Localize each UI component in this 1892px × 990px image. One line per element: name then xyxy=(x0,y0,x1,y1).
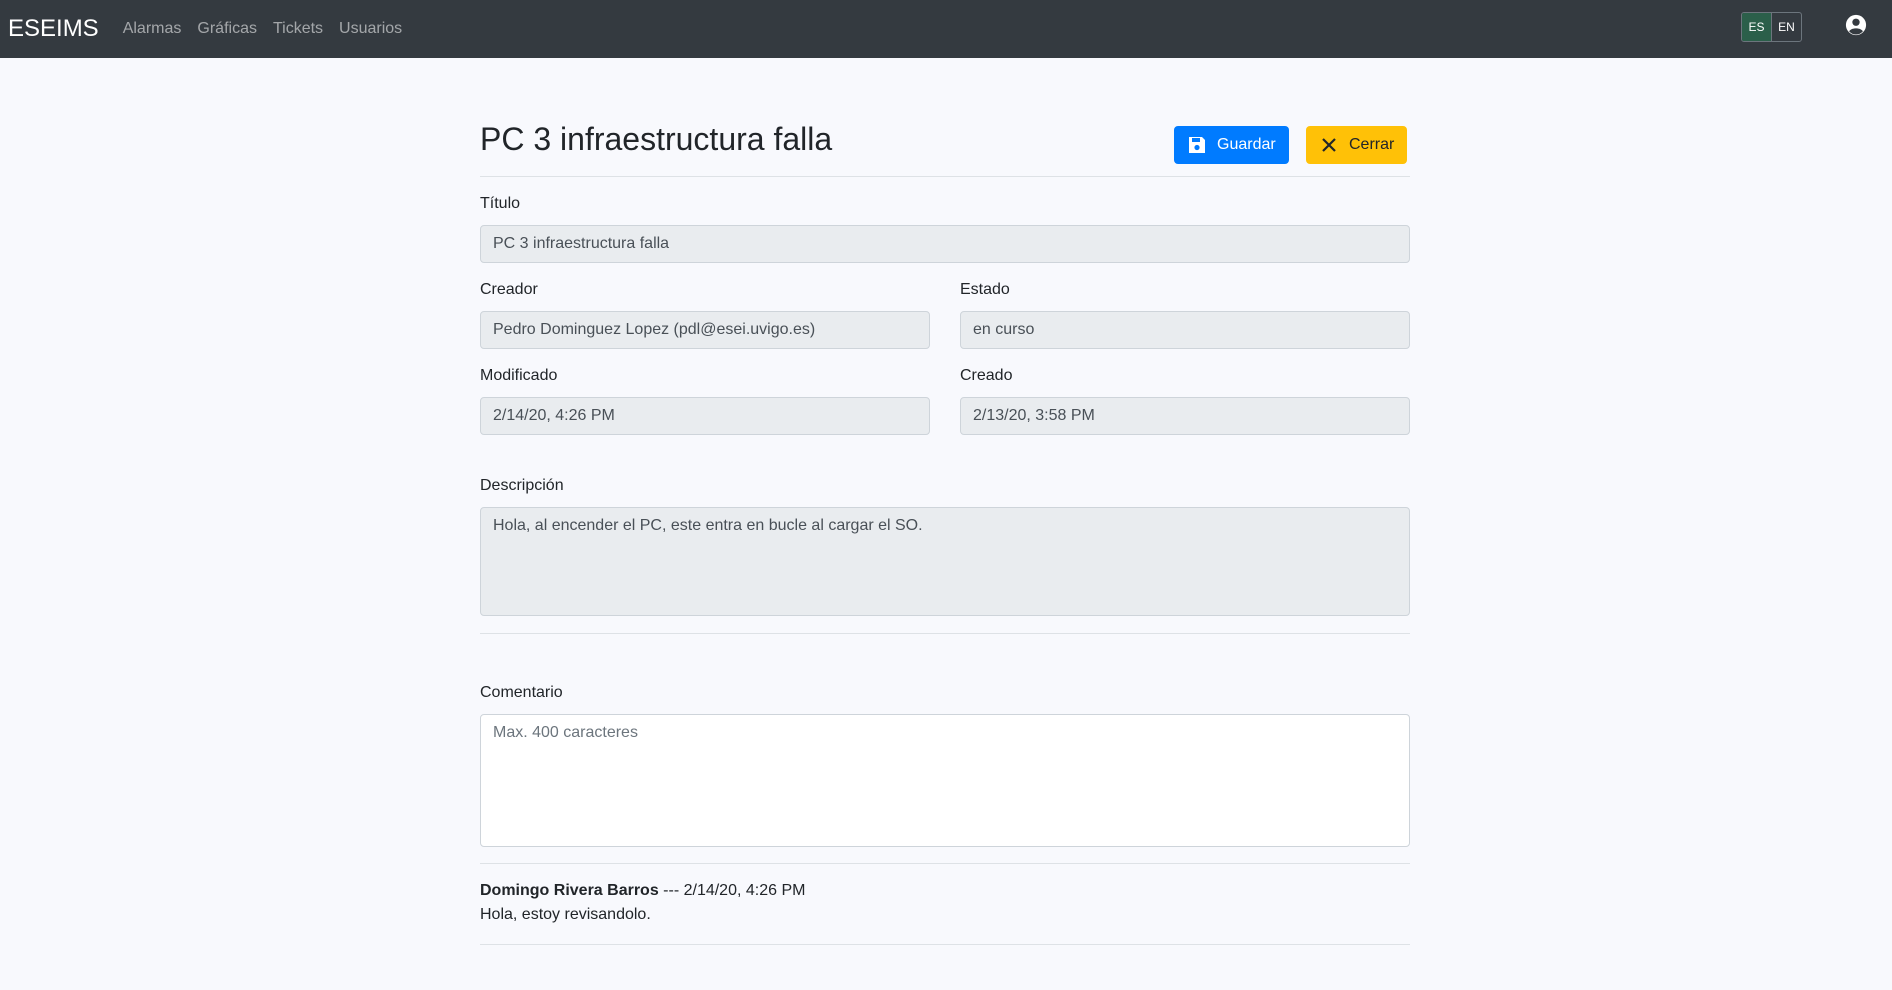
close-button[interactable]: Cerrar xyxy=(1306,126,1408,164)
titulo-field[interactable]: PC 3 infraestructura falla xyxy=(480,225,1410,263)
save-button-label: Guardar xyxy=(1217,136,1276,153)
comment-divider xyxy=(480,863,1410,864)
estado-field[interactable]: en curso xyxy=(960,311,1410,349)
comment-header: Domingo Rivera Barros --- 2/14/20, 4:26 … xyxy=(480,882,805,900)
nav-link-usuarios[interactable]: Usuarios xyxy=(339,20,402,38)
descripcion-label: Descripción xyxy=(480,477,564,494)
user-circle-icon[interactable] xyxy=(1845,14,1867,36)
creado-field[interactable]: 2/13/20, 3:58 PM xyxy=(960,397,1410,435)
descripcion-textarea[interactable]: Hola, al encender el PC, este entra en b… xyxy=(480,507,1410,616)
floppy-disk-icon xyxy=(1189,137,1205,153)
comment-date: 2/14/20, 4:26 PM xyxy=(683,882,806,899)
page-header: PC 3 infraestructura falla Guardar Cerra… xyxy=(480,117,1410,177)
creador-label: Creador xyxy=(480,281,538,298)
header-divider xyxy=(480,176,1410,177)
estado-label: Estado xyxy=(960,281,1010,298)
close-button-label: Cerrar xyxy=(1349,136,1395,153)
description-divider xyxy=(480,633,1410,634)
language-es-button[interactable]: ES xyxy=(1742,13,1771,41)
titulo-label: Título xyxy=(480,195,521,212)
page-title: PC 3 infraestructura falla xyxy=(480,121,833,157)
save-button[interactable]: Guardar xyxy=(1174,126,1289,164)
language-en-button[interactable]: EN xyxy=(1771,13,1801,41)
comment-author: Domingo Rivera Barros xyxy=(480,882,659,899)
creador-field[interactable]: Pedro Dominguez Lopez (pdl@esei.uvigo.es… xyxy=(480,311,930,349)
nav-link-alarmas[interactable]: Alarmas xyxy=(123,20,182,38)
comment-input[interactable] xyxy=(480,714,1410,847)
modificado-field[interactable]: 2/14/20, 4:26 PM xyxy=(480,397,930,435)
nav-link-graficas[interactable]: Gráficas xyxy=(197,20,257,38)
nav-link-tickets[interactable]: Tickets xyxy=(273,20,323,38)
language-switcher: ES EN xyxy=(1741,12,1802,42)
comment-separator: --- xyxy=(658,882,684,899)
top-navbar: ESEIMS Alarmas Gráficas Tickets Usuarios… xyxy=(0,0,1892,58)
creado-label: Creado xyxy=(960,367,1013,384)
brand-logo[interactable]: ESEIMS xyxy=(8,15,99,43)
comment-bottom-divider xyxy=(480,944,1410,945)
comment-body: Hola, estoy revisandolo. xyxy=(480,906,651,923)
comentario-label: Comentario xyxy=(480,684,563,701)
modificado-label: Modificado xyxy=(480,367,558,384)
x-icon xyxy=(1322,138,1336,152)
